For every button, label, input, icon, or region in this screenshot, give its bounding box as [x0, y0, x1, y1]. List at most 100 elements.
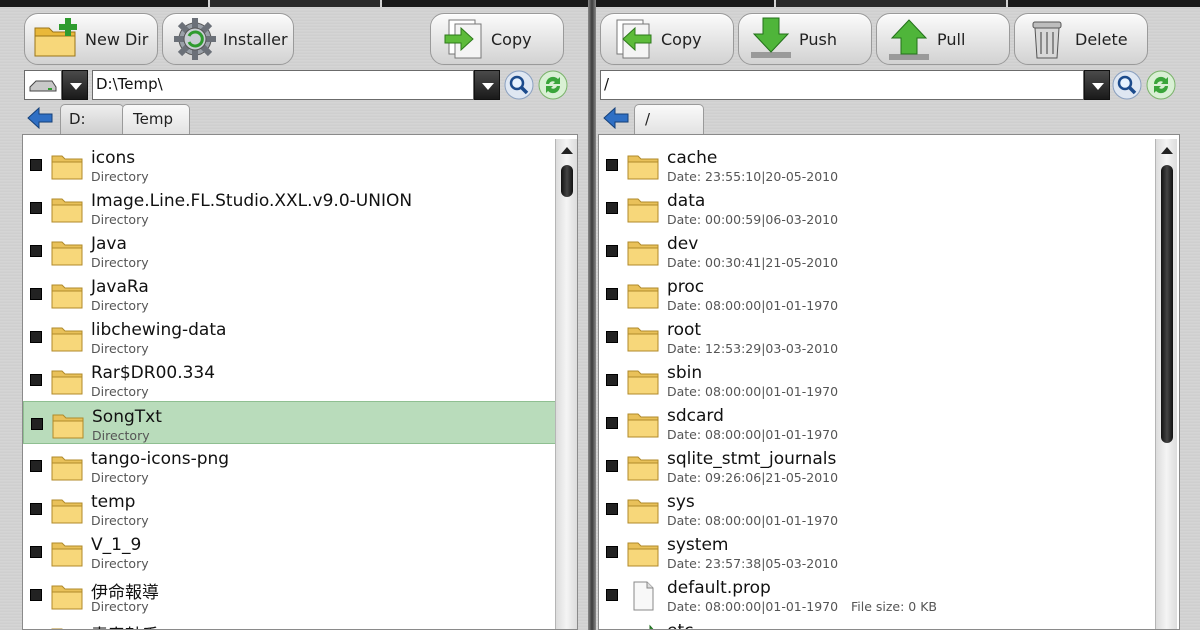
row-checkbox[interactable]: [30, 589, 42, 601]
item-name: tango-icons-png: [91, 449, 230, 469]
row-checkbox[interactable]: [606, 546, 618, 558]
tab-temp[interactable]: Temp: [122, 104, 190, 134]
row-checkbox[interactable]: [606, 331, 618, 343]
row-checkbox[interactable]: [30, 460, 42, 472]
list-item[interactable]: Image.Line.FL.Studio.XXL.v9.0-UNION Direc…: [23, 186, 577, 229]
search-icon[interactable]: [504, 70, 534, 100]
tab-label: D:: [69, 110, 86, 128]
list-item[interactable]: etc: [599, 616, 1179, 629]
row-checkbox[interactable]: [30, 202, 42, 214]
list-item[interactable]: sbin Date: 08:00:00|01-01-1970: [599, 358, 1179, 401]
folder-icon: [51, 456, 83, 481]
new-dir-label: New Dir: [85, 29, 149, 49]
tab-strip: [776, 0, 1006, 7]
left-path-value: D:\Temp\: [96, 75, 163, 93]
folder-icon: [51, 284, 83, 309]
list-item[interactable]: JavaRa Directory: [23, 272, 577, 315]
copy-to-device-button[interactable]: Copy: [430, 13, 564, 65]
row-checkbox[interactable]: [606, 417, 618, 429]
scroll-up-icon[interactable]: [561, 147, 573, 154]
row-checkbox[interactable]: [606, 503, 618, 515]
panel-divider[interactable]: [588, 0, 596, 630]
row-checkbox[interactable]: [30, 331, 42, 343]
row-checkbox[interactable]: [31, 418, 43, 430]
tab-strip: [210, 0, 380, 7]
folder-icon: [51, 241, 83, 266]
drive-dropdown[interactable]: [62, 70, 88, 100]
row-checkbox[interactable]: [606, 374, 618, 386]
list-item[interactable]: tango-icons-png Directory: [23, 444, 577, 487]
list-item[interactable]: data Date: 00:00:59|06-03-2010: [599, 186, 1179, 229]
row-checkbox[interactable]: [30, 503, 42, 515]
trash-icon: [1032, 21, 1062, 59]
left-path-dropdown[interactable]: [474, 70, 500, 100]
folder-icon: [51, 155, 83, 180]
installer-button[interactable]: Installer: [162, 13, 294, 65]
device-path-input[interactable]: /: [600, 70, 1084, 100]
item-detail: Date: 08:00:00|01-01-1970: [667, 427, 839, 442]
row-checkbox[interactable]: [30, 159, 42, 171]
folder-icon: [51, 327, 83, 352]
folder-icon: [627, 241, 659, 266]
list-item[interactable]: 青春鼓手: [23, 616, 577, 629]
refresh-icon[interactable]: [538, 70, 568, 100]
back-arrow-icon[interactable]: [600, 104, 632, 132]
local-file-list[interactable]: icons Directory Image.Line.FL.Studio.XXL.v…: [22, 134, 578, 630]
pull-button[interactable]: Pull: [876, 13, 1010, 65]
device-file-list[interactable]: cache Date: 23:55:10|20-05-2010 data Date: …: [598, 134, 1180, 630]
row-checkbox[interactable]: [606, 460, 618, 472]
right-scrollbar[interactable]: [1155, 139, 1177, 629]
row-checkbox[interactable]: [606, 589, 618, 601]
tab-root[interactable]: /: [634, 104, 704, 134]
list-item[interactable]: SongTxt Directory: [23, 401, 577, 444]
tab-drive[interactable]: D:: [60, 104, 124, 134]
delete-button[interactable]: Delete: [1014, 13, 1148, 65]
list-item[interactable]: V_1_9 Directory: [23, 530, 577, 573]
pull-label: Pull: [937, 29, 966, 49]
list-item[interactable]: sys Date: 08:00:00|01-01-1970: [599, 487, 1179, 530]
left-path-input[interactable]: D:\Temp\: [92, 70, 474, 100]
item-name: data: [667, 191, 706, 211]
tab-strip: [1008, 0, 1200, 7]
copy-to-pc-button[interactable]: Copy: [600, 13, 734, 65]
item-detail: Directory: [91, 470, 149, 485]
left-scroll-thumb[interactable]: [561, 165, 573, 197]
push-button[interactable]: Push: [738, 13, 872, 65]
row-checkbox[interactable]: [30, 245, 42, 257]
row-checkbox[interactable]: [606, 159, 618, 171]
new-dir-button[interactable]: New Dir: [24, 13, 158, 65]
right-scroll-thumb[interactable]: [1161, 165, 1173, 443]
row-checkbox[interactable]: [606, 202, 618, 214]
list-item[interactable]: icons Directory: [23, 143, 577, 186]
back-arrow-icon[interactable]: [24, 104, 56, 132]
row-checkbox[interactable]: [606, 245, 618, 257]
list-item[interactable]: root Date: 12:53:29|03-03-2010: [599, 315, 1179, 358]
scroll-up-icon[interactable]: [1161, 147, 1173, 154]
left-scrollbar[interactable]: [555, 139, 577, 629]
item-name: icons: [91, 148, 136, 168]
folder-icon: [52, 414, 84, 439]
list-item[interactable]: Rar$DR00.334 Directory: [23, 358, 577, 401]
item-detail: Directory: [92, 428, 150, 443]
list-item[interactable]: dev Date: 00:30:41|21-05-2010: [599, 229, 1179, 272]
copy-label: Copy: [661, 29, 702, 49]
row-checkbox[interactable]: [606, 288, 618, 300]
list-item[interactable]: Java Directory: [23, 229, 577, 272]
drive-icon[interactable]: [24, 70, 62, 100]
list-item[interactable]: cache Date: 23:55:10|20-05-2010: [599, 143, 1179, 186]
list-item[interactable]: system Date: 23:57:38|05-03-2010: [599, 530, 1179, 573]
list-item[interactable]: temp Directory: [23, 487, 577, 530]
row-checkbox[interactable]: [30, 374, 42, 386]
refresh-icon[interactable]: [1146, 70, 1176, 100]
search-icon[interactable]: [1112, 70, 1142, 100]
list-item[interactable]: libchewing-data Directory: [23, 315, 577, 358]
row-checkbox[interactable]: [30, 546, 42, 558]
list-item[interactable]: 伊命報導 Directory: [23, 573, 577, 616]
list-item[interactable]: proc Date: 08:00:00|01-01-1970: [599, 272, 1179, 315]
device-path-dropdown[interactable]: [1084, 70, 1110, 100]
list-item[interactable]: sqlite_stmt_journals Date: 09:26:06|21-05…: [599, 444, 1179, 487]
list-item[interactable]: default.prop Date: 08:00:00|01-01-1970 Fil…: [599, 573, 1179, 616]
list-item[interactable]: sdcard Date: 08:00:00|01-01-1970: [599, 401, 1179, 444]
item-name: Java: [91, 234, 127, 254]
row-checkbox[interactable]: [30, 288, 42, 300]
